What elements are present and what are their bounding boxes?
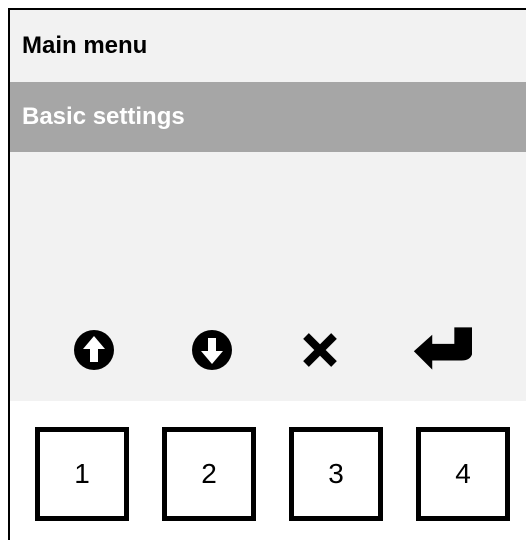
close-icon: [290, 320, 350, 380]
display-screen: Main menu Basic settings: [10, 10, 526, 401]
menu-item-basic-settings[interactable]: Basic settings: [10, 82, 526, 152]
device-panel: Main menu Basic settings 1 2 3 4: [8, 8, 526, 540]
page-title: Main menu: [22, 32, 148, 59]
key-2-button[interactable]: 2: [162, 427, 256, 521]
arrow-up-circle-icon: [64, 320, 124, 380]
menu-item-label: Basic settings: [22, 103, 185, 130]
key-1-button[interactable]: 1: [35, 427, 129, 521]
key-4-button[interactable]: 4: [416, 427, 510, 521]
enter-return-icon: [412, 320, 472, 380]
arrow-down-circle-icon: [182, 320, 242, 380]
key-3-button[interactable]: 3: [289, 427, 383, 521]
